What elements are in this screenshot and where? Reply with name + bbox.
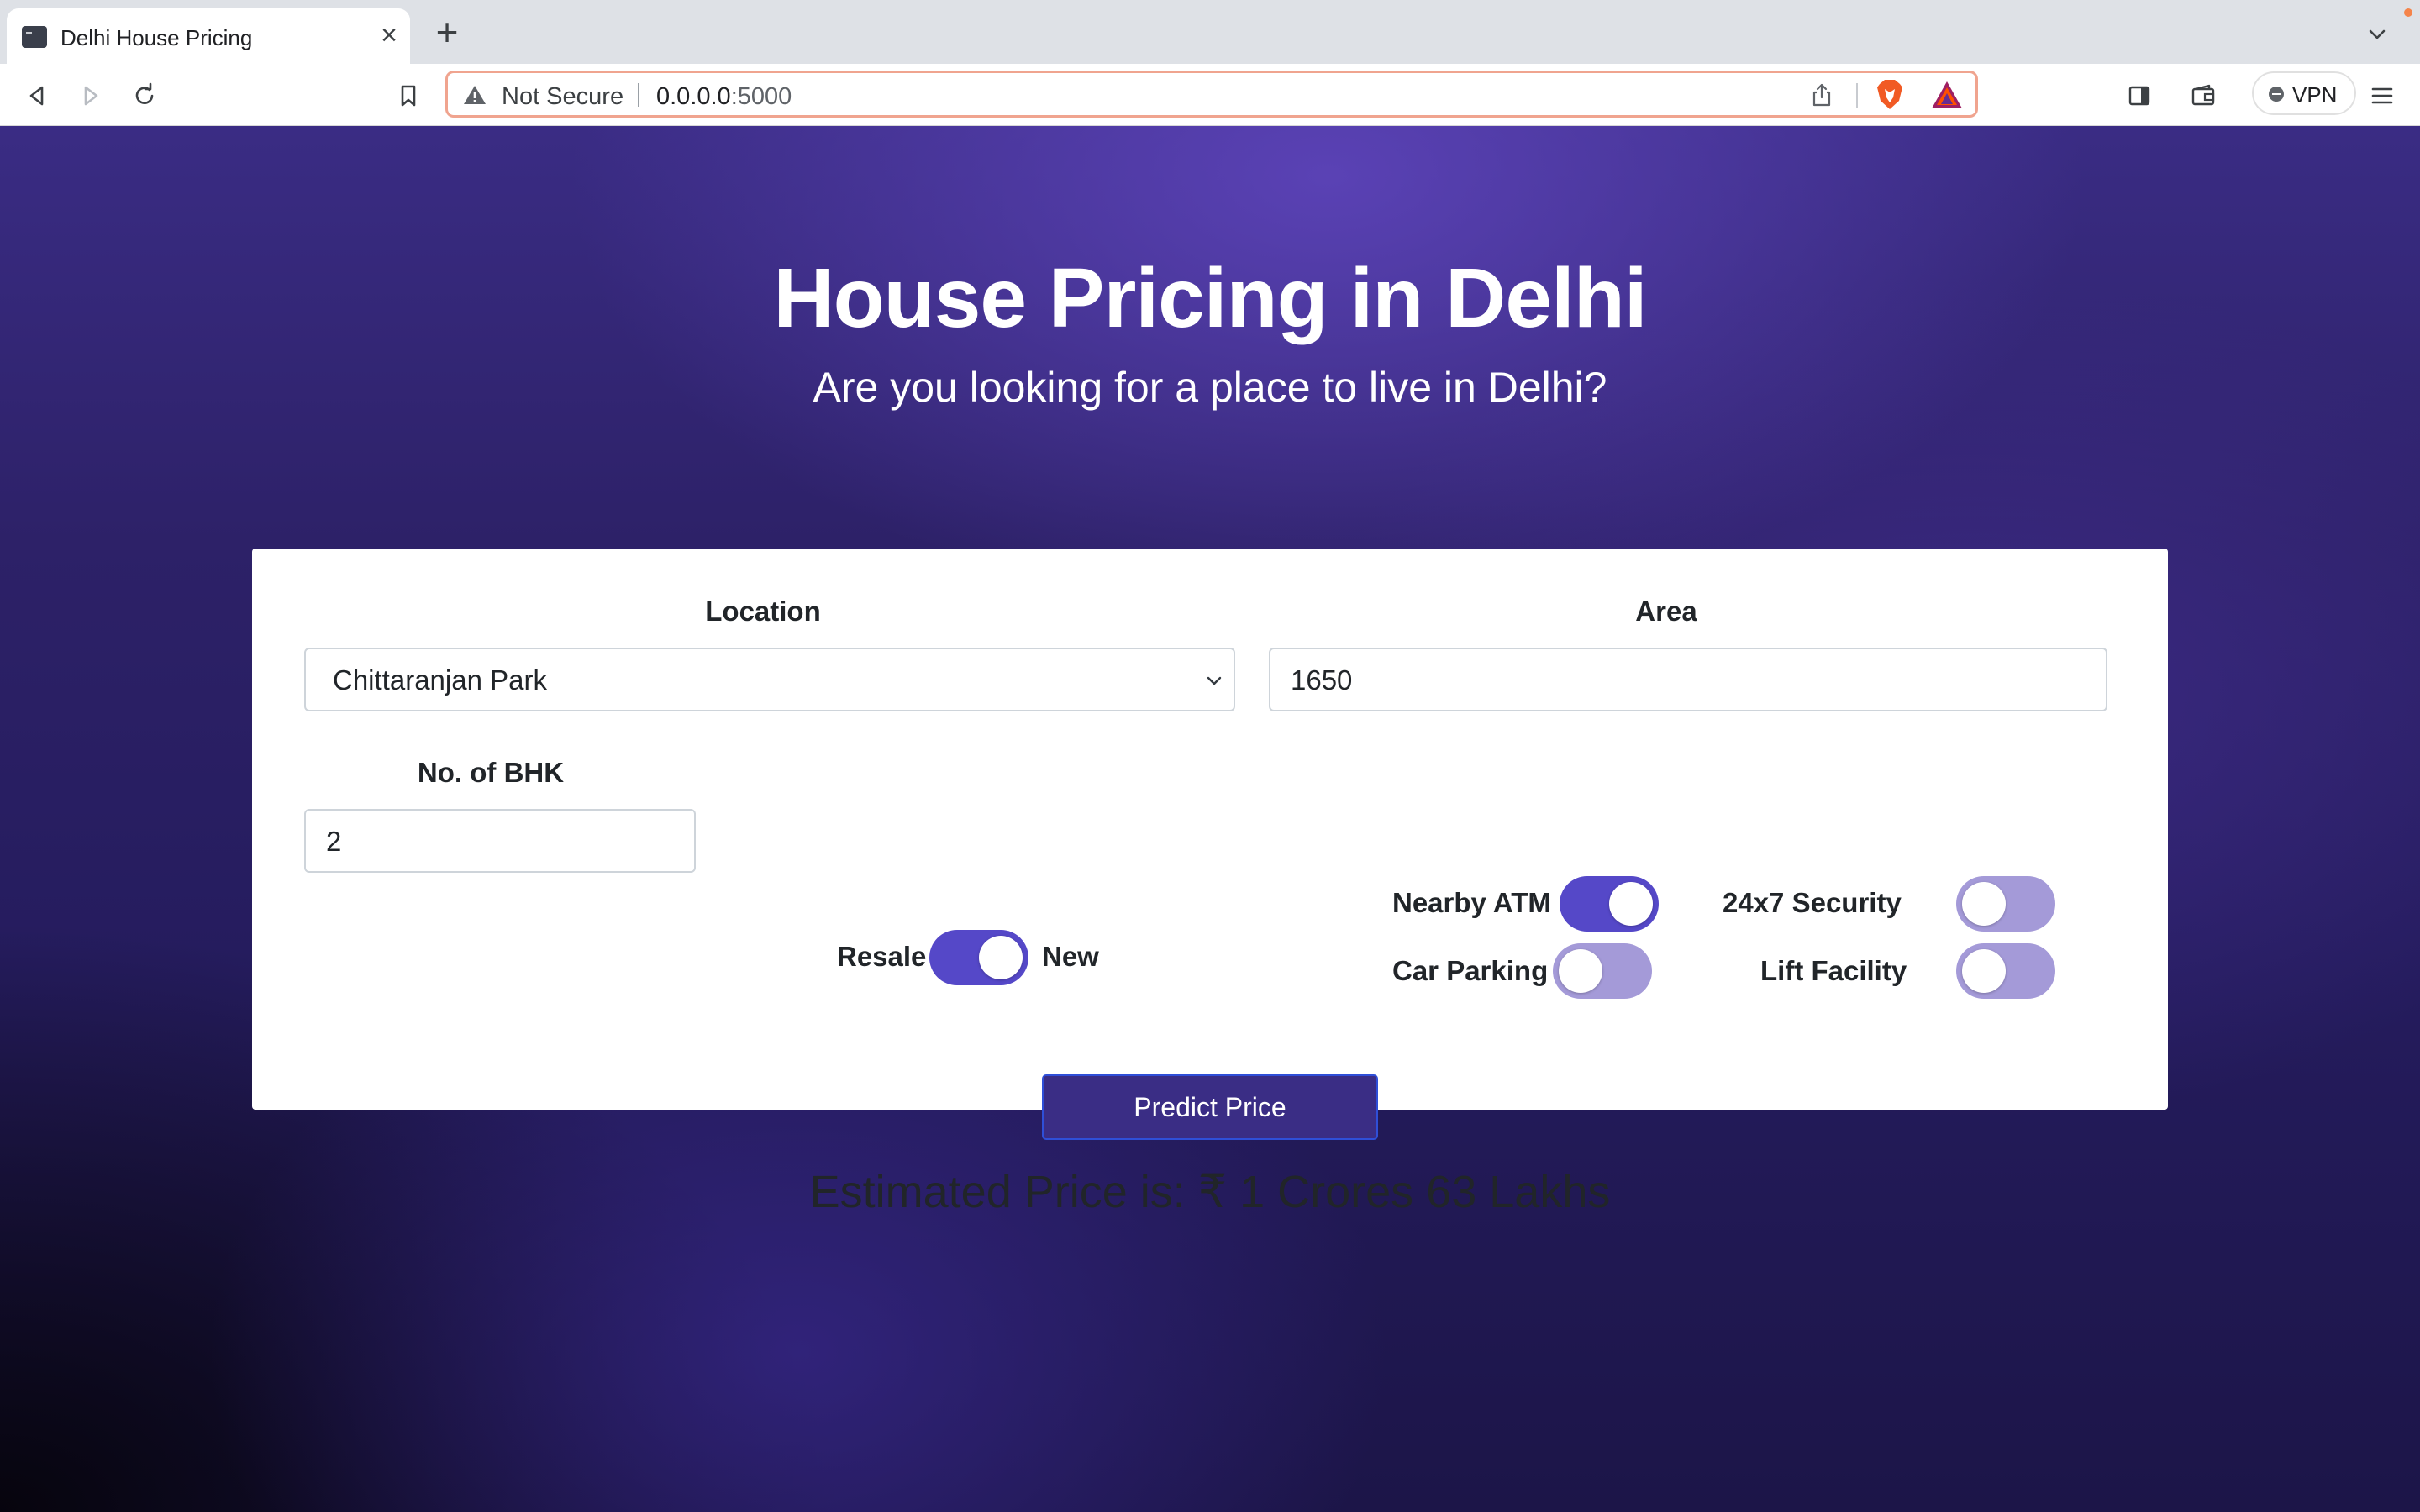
address-bar[interactable]: Not Secure 0.0.0.0:5000 <box>445 71 1978 118</box>
browser-toolbar: Not Secure 0.0.0.0:5000 VPN <box>0 64 2420 126</box>
bhk-input[interactable]: 2 <box>304 809 696 873</box>
page-subtitle: Are you looking for a place to live in D… <box>813 364 1607 411</box>
notification-dot <box>2404 8 2412 17</box>
page-background: House Pricing in Delhi Are you looking f… <box>0 126 2420 1512</box>
new-tab-icon[interactable]: + <box>430 13 464 51</box>
new-label: New <box>1042 941 1099 972</box>
estimated-price-result: Estimated Price is: ₹ 1 Crores 63 Lakhs <box>809 1167 1611 1217</box>
url-host: 0.0.0.0 <box>656 83 731 110</box>
vpn-status-icon <box>2269 87 2284 102</box>
toggle-knob <box>1962 882 2006 926</box>
lift-label: Lift Facility <box>1760 955 1907 986</box>
terminal-favicon-icon <box>22 26 47 48</box>
warning-icon[interactable] <box>463 84 487 106</box>
prediction-form-card: Location Area Chittaranjan Park 1650 No.… <box>252 549 2168 1217</box>
sidebar-icon[interactable] <box>2123 79 2156 113</box>
toggle-knob <box>979 936 1023 979</box>
security-label: 24x7 Security <box>1723 887 1902 918</box>
nearby-atm-label: Nearby ATM <box>1392 887 1551 918</box>
area-input[interactable]: 1650 <box>1269 648 2107 711</box>
bookmark-icon[interactable] <box>392 79 425 113</box>
browser-tabbar: Delhi House Pricing × + <box>0 0 2420 64</box>
lift-toggle[interactable] <box>1956 943 2055 999</box>
security-toggle[interactable] <box>1956 876 2055 932</box>
bhk-label: No. of BHK <box>417 757 565 788</box>
page-title: House Pricing in Delhi <box>773 251 1647 345</box>
back-icon[interactable] <box>20 79 54 113</box>
vpn-button[interactable]: VPN <box>2252 71 2356 115</box>
forward-icon[interactable] <box>74 79 108 113</box>
reload-icon[interactable] <box>128 79 161 113</box>
vpn-label: VPN <box>2292 82 2338 108</box>
chevron-down-icon <box>1207 676 1222 685</box>
toggle-knob <box>1962 949 2006 993</box>
brave-rewards-icon[interactable] <box>1930 80 1964 110</box>
url-port: :5000 <box>730 83 792 110</box>
location-selected-value: Chittaranjan Park <box>333 664 547 696</box>
bhk-input-value: 2 <box>326 826 342 857</box>
address-divider-2 <box>1856 83 1858 108</box>
predict-price-button[interactable]: Predict Price <box>1042 1074 1378 1140</box>
resale-new-toggle[interactable] <box>929 930 1028 985</box>
car-parking-toggle[interactable] <box>1553 943 1652 999</box>
share-icon[interactable] <box>1809 81 1834 108</box>
toggle-knob <box>1609 882 1653 926</box>
menu-icon[interactable] <box>2366 79 2400 113</box>
brave-shields-icon[interactable] <box>1873 77 1907 113</box>
close-tab-icon[interactable]: × <box>376 20 402 50</box>
location-select[interactable]: Chittaranjan Park <box>304 648 1235 711</box>
resale-label: Resale <box>837 941 927 972</box>
wallet-icon[interactable] <box>2186 79 2220 113</box>
security-status[interactable]: Not Secure <box>502 83 623 111</box>
location-label: Location <box>705 596 821 627</box>
tab-title: Delhi House Pricing <box>60 25 253 50</box>
nearby-atm-toggle[interactable] <box>1560 876 1659 932</box>
url-text[interactable]: 0.0.0.0:5000 <box>656 83 792 111</box>
area-label: Area <box>1635 596 1697 627</box>
tab-list-chevron-icon[interactable] <box>2365 22 2390 47</box>
toggle-knob <box>1559 949 1602 993</box>
browser-tab[interactable]: Delhi House Pricing × <box>7 8 410 64</box>
area-input-value: 1650 <box>1291 664 1353 696</box>
car-parking-label: Car Parking <box>1392 955 1549 986</box>
address-divider <box>638 83 639 107</box>
